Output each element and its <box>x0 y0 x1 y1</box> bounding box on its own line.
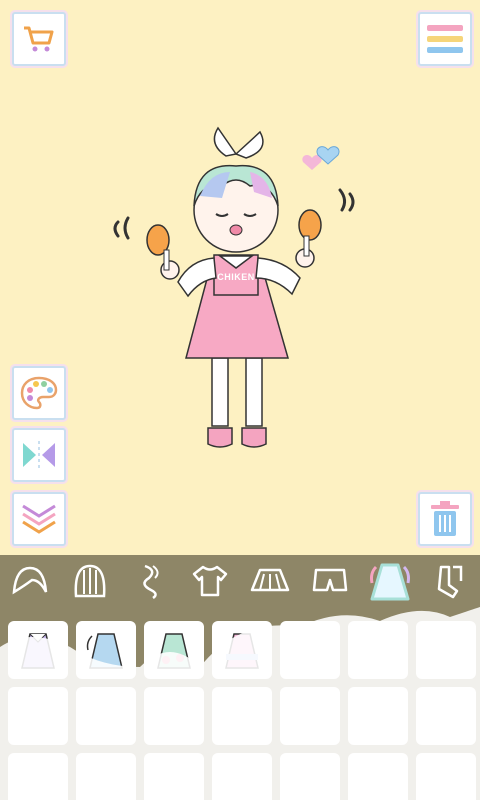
item-cell[interactable] <box>212 753 272 800</box>
trash-icon <box>431 501 459 536</box>
category-skirt[interactable] <box>240 555 300 607</box>
palette-icon <box>20 376 58 410</box>
item-cell[interactable] <box>416 753 476 800</box>
item-cell[interactable] <box>144 753 204 800</box>
category-shorts[interactable] <box>300 555 360 607</box>
item-cell[interactable] <box>416 621 476 679</box>
dress-icon <box>370 563 410 601</box>
category-hair-back[interactable] <box>60 555 120 607</box>
top-icon <box>192 565 228 597</box>
item-cell[interactable] <box>348 621 408 679</box>
dress-up-stage: CHIKEN <box>0 0 480 555</box>
layer-down-button[interactable] <box>12 492 66 546</box>
flip-button[interactable] <box>12 428 66 482</box>
hair-back-icon <box>74 564 106 598</box>
item-cell[interactable] <box>280 687 340 745</box>
menu-button[interactable] <box>418 12 472 66</box>
category-hair-accessory[interactable] <box>120 555 180 607</box>
hair-front-icon <box>12 566 48 595</box>
category-hair-front[interactable] <box>0 555 60 607</box>
item-cell[interactable] <box>348 687 408 745</box>
layer-down-icon <box>22 504 56 534</box>
item-cell[interactable] <box>76 621 136 679</box>
dress-item-icon <box>21 633 55 669</box>
item-cell[interactable] <box>76 687 136 745</box>
doll-character <box>113 126 355 448</box>
dress-item-icon <box>157 633 191 669</box>
item-cell[interactable] <box>8 687 68 745</box>
item-cell[interactable] <box>8 753 68 800</box>
item-cell[interactable] <box>280 621 340 679</box>
item-cell[interactable] <box>144 621 204 679</box>
item-cell[interactable] <box>416 687 476 745</box>
shop-button[interactable] <box>12 12 66 66</box>
items-grid <box>8 621 476 800</box>
palette-button[interactable] <box>12 366 66 420</box>
category-top[interactable] <box>180 555 240 607</box>
hair-accessory-icon <box>143 564 159 600</box>
shopping-cart-icon <box>24 26 54 52</box>
trash-button[interactable] <box>418 492 472 546</box>
category-bar <box>0 555 480 607</box>
item-cell[interactable] <box>144 687 204 745</box>
flip-icon <box>23 441 55 469</box>
shirt-print-text: CHIKEN <box>217 272 255 282</box>
dress-item-icon <box>225 633 259 669</box>
skirt-icon <box>250 568 290 592</box>
item-cell[interactable] <box>212 687 272 745</box>
item-cell[interactable] <box>212 621 272 679</box>
category-dress[interactable] <box>360 555 420 607</box>
item-cell[interactable] <box>280 753 340 800</box>
socks-icon <box>437 565 463 599</box>
shorts-icon <box>312 568 348 592</box>
item-cell[interactable] <box>348 753 408 800</box>
dress-item-icon <box>86 633 123 669</box>
item-cell[interactable] <box>8 621 68 679</box>
category-socks[interactable] <box>420 555 480 607</box>
item-cell[interactable] <box>76 753 136 800</box>
items-panel <box>0 607 480 800</box>
menu-icon <box>427 25 463 53</box>
